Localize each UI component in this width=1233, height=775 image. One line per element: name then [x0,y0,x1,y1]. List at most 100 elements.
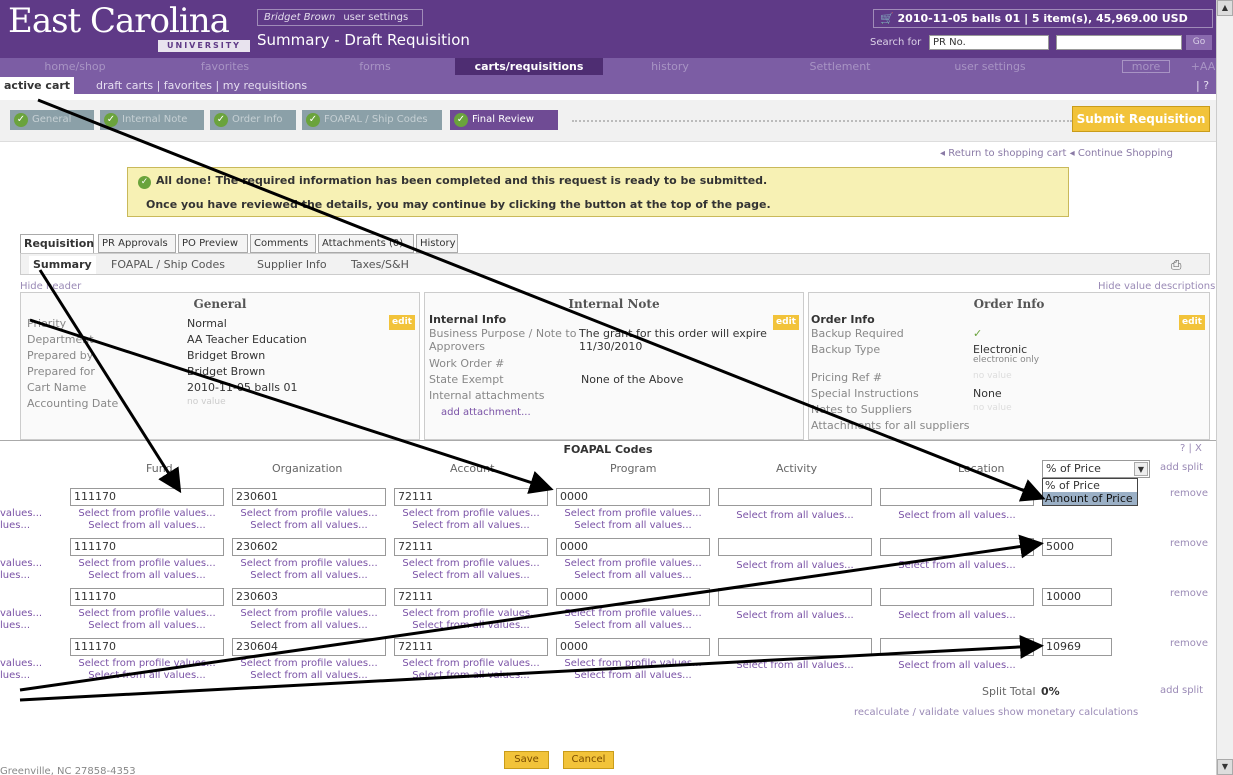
select-profile-link[interactable]: Select from profile values... [70,608,224,620]
left-values-link[interactable]: values... [0,508,42,520]
add-attachment-link[interactable]: add attachment... [441,407,531,418]
select-all-link[interactable]: Select from all values... [718,560,872,572]
remove-link[interactable]: remove [1170,588,1208,599]
user-name[interactable]: Bridget Brown [264,12,335,23]
select-all-link[interactable]: Select from all values... [394,670,548,682]
left-values-link[interactable]: values... [0,658,42,670]
modal-help-close[interactable]: ? | X [1180,443,1202,454]
return-to-cart-link[interactable]: Return to shopping cart [948,148,1066,159]
select-profile-link[interactable]: Select from profile values... [556,608,710,620]
left-values-link[interactable]: values... [0,608,42,620]
left-values-link[interactable]: lues... [0,520,30,532]
select-all-link[interactable]: Select from all values... [718,660,872,672]
nav-carts-requisitions[interactable]: carts/requisitions [455,58,603,75]
tab-history[interactable]: History [416,234,458,253]
nav-favorites[interactable]: favorites [150,58,300,75]
foapal-field[interactable]: 230602 [232,538,386,556]
nav-forms[interactable]: forms [300,58,450,75]
foapal-field[interactable] [880,638,1034,656]
step-foapal[interactable]: ✓ FOAPAL / Ship Codes [302,110,442,130]
foapal-field[interactable] [880,488,1034,506]
cancel-button[interactable]: Cancel [563,751,614,769]
select-all-link[interactable]: Select from all values... [70,620,224,632]
foapal-field[interactable]: 230603 [232,588,386,606]
general-edit-button[interactable]: edit [389,315,415,330]
select-profile-link[interactable]: Select from profile values... [232,558,386,570]
internal-edit-button[interactable]: edit [773,315,799,330]
select-profile-link[interactable]: Select from profile values... [70,658,224,670]
foapal-field[interactable]: 72111 [394,538,548,556]
step-final-review[interactable]: ✓ Final Review [450,110,558,130]
left-values-link[interactable]: values... [0,558,42,570]
select-profile-link[interactable]: Select from profile values... [394,508,548,520]
continue-shopping-link[interactable]: Continue Shopping [1078,148,1173,159]
search-input[interactable] [1056,35,1182,50]
foapal-field[interactable] [880,588,1034,606]
vertical-scrollbar[interactable]: ▲ ▼ [1216,0,1233,775]
tab-requisition[interactable]: Requisition [20,234,94,253]
foapal-field[interactable]: 111170 [70,538,224,556]
foapal-field[interactable] [718,488,872,506]
select-all-link[interactable]: Select from all values... [232,670,386,682]
foapal-field[interactable] [718,538,872,556]
select-profile-link[interactable]: Select from profile values... [394,608,548,620]
tab-active-cart[interactable]: active cart [0,77,75,94]
split-type-select[interactable]: % of Price ▼ [1042,460,1150,478]
subtab-summary[interactable]: Summary [29,256,96,274]
hide-header-link[interactable]: Hide header [20,281,81,292]
split-amount-input[interactable]: 10000 [1042,588,1112,606]
select-profile-link[interactable]: Select from profile values... [556,658,710,670]
step-order-info[interactable]: ✓ Order Info [210,110,296,130]
foapal-field[interactable]: 0000 [556,538,710,556]
nav-user-settings[interactable]: user settings [920,58,1060,75]
select-all-link[interactable]: Select from all values... [880,510,1034,522]
submit-requisition-button[interactable]: Submit Requisition [1072,106,1210,132]
select-profile-link[interactable]: Select from profile values... [394,558,548,570]
foapal-field[interactable]: 230601 [232,488,386,506]
select-profile-link[interactable]: Select from profile values... [556,508,710,520]
split-amount-input[interactable]: 10969 [1042,638,1112,656]
select-profile-link[interactable]: Select from profile values... [232,658,386,670]
select-all-link[interactable]: Select from all values... [880,660,1034,672]
hide-values-link[interactable]: Hide value descriptions [1098,281,1215,292]
option-amount[interactable]: Amount of Price [1043,492,1137,505]
add-split-link-bottom[interactable]: add split [1160,685,1203,696]
cart-subnav-links[interactable]: draft carts | favorites | my requisition… [96,77,307,94]
search-type-select[interactable]: PR No. [929,35,1049,50]
foapal-field[interactable]: 230604 [232,638,386,656]
left-values-link[interactable]: lues... [0,620,30,632]
select-all-link[interactable]: Select from all values... [70,670,224,682]
cart-summary[interactable]: 🛒 2010-11-05 balls 01 | 5 item(s), 45,96… [873,9,1213,28]
select-all-link[interactable]: Select from all values... [880,560,1034,572]
tab-comments[interactable]: Comments [250,234,316,253]
option-percent[interactable]: % of Price [1043,479,1137,492]
add-split-link[interactable]: add split [1160,462,1203,473]
select-all-link[interactable]: Select from all values... [718,510,872,522]
save-button[interactable]: Save [504,751,549,769]
select-all-link[interactable]: Select from all values... [70,520,224,532]
nav-home-shop[interactable]: home/shop [0,58,150,75]
select-all-link[interactable]: Select from all values... [232,570,386,582]
select-profile-link[interactable]: Select from profile values... [70,508,224,520]
order-edit-button[interactable]: edit [1179,315,1205,330]
select-all-link[interactable]: Select from all values... [70,570,224,582]
subtab-foapal[interactable]: FOAPAL / Ship Codes [111,258,225,271]
foapal-field[interactable]: 0000 [556,488,710,506]
select-all-link[interactable]: Select from all values... [556,670,710,682]
remove-link[interactable]: remove [1170,538,1208,549]
foapal-field[interactable]: 72111 [394,588,548,606]
split-amount-input[interactable]: 5000 [1042,538,1112,556]
left-values-link[interactable]: lues... [0,670,30,682]
user-box[interactable]: Bridget Brown user settings [257,9,423,26]
foapal-field[interactable] [718,588,872,606]
tab-po-preview[interactable]: PO Preview [178,234,248,253]
nav-history[interactable]: history [605,58,735,75]
select-all-link[interactable]: Select from all values... [394,620,548,632]
split-type-dropdown[interactable]: % of Price Amount of Price [1042,478,1138,506]
nav-settlement[interactable]: Settlement [760,58,920,75]
select-all-link[interactable]: Select from all values... [232,520,386,532]
select-profile-link[interactable]: Select from profile values... [232,508,386,520]
nav-text-size[interactable]: +AA [1190,58,1216,75]
recalc-links[interactable]: recalculate / validate values show monet… [854,707,1138,718]
subtab-taxes[interactable]: Taxes/S&H [351,258,409,271]
